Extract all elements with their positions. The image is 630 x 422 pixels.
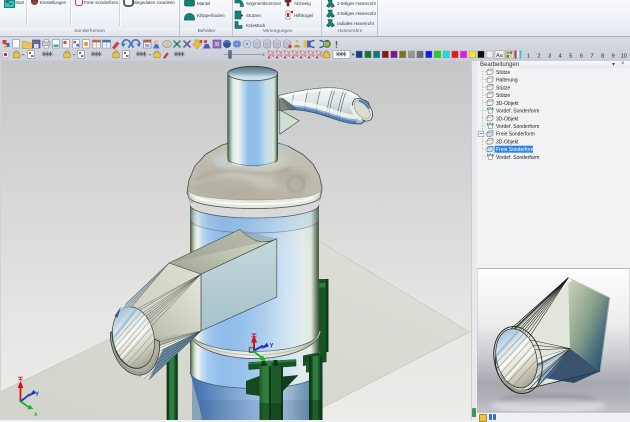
svg-text:Y: Y [270,344,274,350]
svg-text:1: 1 [527,54,530,60]
svg-text:10: 10 [621,54,627,60]
svg-text:4: 4 [559,54,562,60]
svg-text:3: 3 [548,54,551,60]
svg-text:9: 9 [612,54,615,60]
svg-text:Freie Sonderform: Freie Sonderform [496,132,535,138]
svg-text:6: 6 [580,54,583,60]
svg-text:3D-Objekt: 3D-Objekt [496,116,519,122]
svg-text:Stütze: Stütze [496,85,510,91]
svg-text:8: 8 [601,54,604,60]
svg-text:Freie Sonderform: Freie Sonderform [496,147,535,153]
svg-text:3D-Objekt: 3D-Objekt [496,101,519,107]
svg-text:Aa: Aa [496,53,504,59]
svg-text:Y: Y [35,392,39,398]
svg-text:Stütze: Stütze [496,93,510,99]
svg-text:2: 2 [537,54,540,60]
svg-text:Vordef. Sonderform: Vordef. Sonderform [496,155,539,161]
svg-text:Vordef. Sonderform: Vordef. Sonderform [496,109,539,115]
svg-text:5: 5 [569,54,572,60]
svg-text:Stütze: Stütze [496,70,510,76]
svg-text:Vordef. Sonderform: Vordef. Sonderform [496,124,539,130]
svg-text:Halterung: Halterung [496,78,518,84]
svg-text:7: 7 [590,54,593,60]
svg-text:3D-Objekt: 3D-Objekt [496,139,519,145]
